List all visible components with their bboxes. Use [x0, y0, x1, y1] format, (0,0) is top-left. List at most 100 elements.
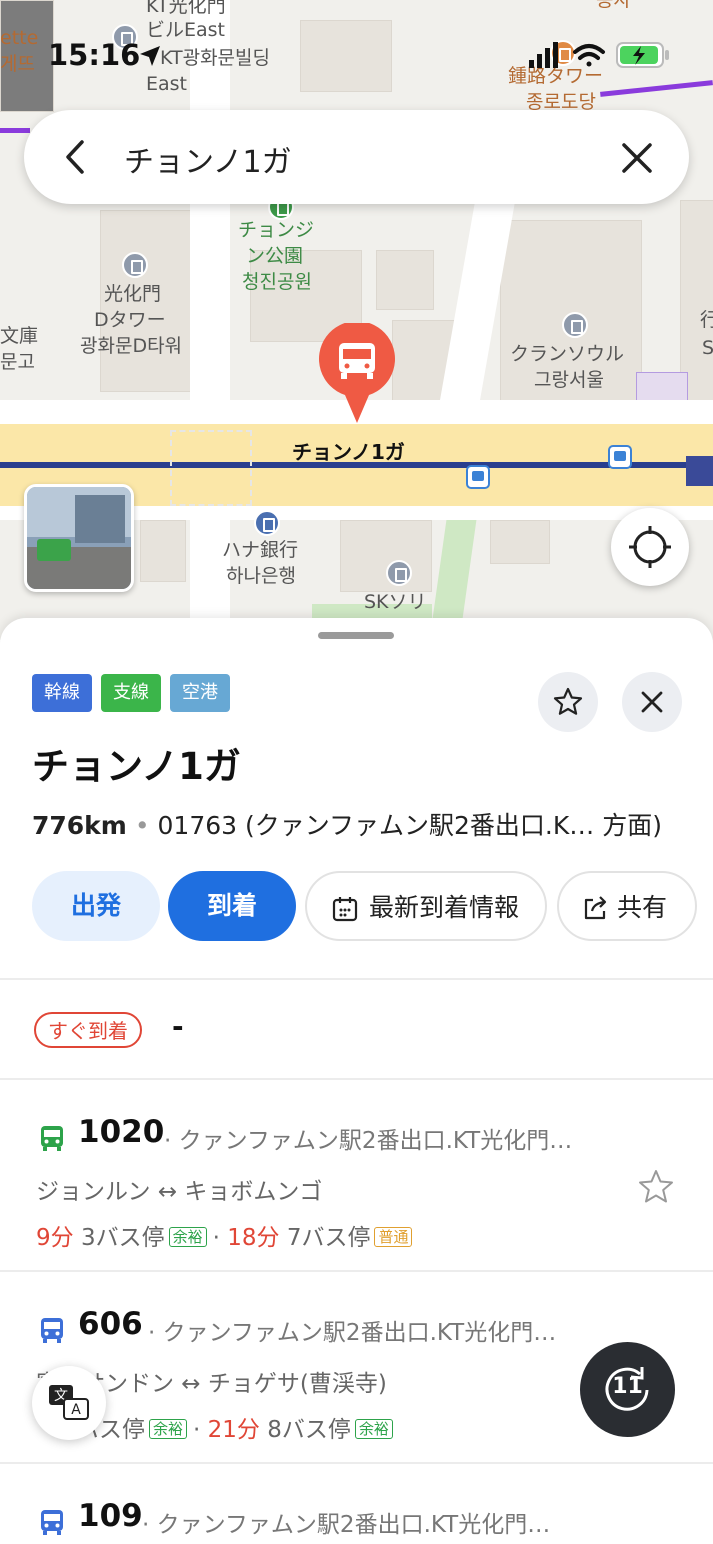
bus-icon [41, 1510, 63, 1535]
second-arrival-stops: 7バス停 [286, 1225, 371, 1251]
crosshair-icon [629, 526, 671, 568]
bus-stop-pin-icon[interactable] [317, 323, 397, 425]
map-label: チョンジ [238, 219, 315, 241]
subway-entrance [686, 456, 713, 486]
translate-icon: 文 A [49, 1385, 89, 1420]
favorite-button[interactable] [538, 672, 598, 732]
pin-label: チョンノ1ガ [292, 440, 405, 464]
route-type-tag-trunk: 幹線 [32, 674, 92, 712]
refresh-button[interactable]: 11 [580, 1342, 675, 1437]
back-arrow-icon[interactable] [54, 134, 100, 180]
subway-line-purple [600, 80, 713, 97]
route-number: 1020 [78, 1114, 165, 1150]
map-block [376, 250, 434, 310]
status-time: 15:16 [48, 38, 141, 72]
route-number: 109 [78, 1498, 143, 1534]
battery-icon [616, 42, 669, 68]
arriving-soon-value: - [172, 1010, 184, 1043]
route-direction: · クァンファムン駅2番出口.KT光化門… [148, 1320, 557, 1346]
divider [0, 978, 713, 980]
bus-stop-icon[interactable] [466, 465, 490, 489]
separator: • [126, 811, 158, 840]
first-crowding-badge: 余裕 [168, 1227, 207, 1247]
map-view[interactable]: KT光化門 ビルEast KT광화문빌딩 East ette 게뜨 鍾路タワー … [0, 0, 713, 640]
calendar-icon [332, 897, 358, 922]
depart-button[interactable]: 出発 [32, 871, 160, 941]
bus-stop-icon[interactable] [608, 445, 632, 469]
map-label: ette [0, 27, 39, 49]
map-label: ビルEast [146, 19, 225, 41]
second-crowding-badge: 余裕 [354, 1419, 393, 1439]
map-label: 문고 [0, 351, 35, 373]
map-block [300, 20, 392, 92]
stop-meta: 776km • 01763 (クァンファムン駅2番出口.K… 方面) [32, 806, 662, 842]
share-label: 共有 [617, 893, 668, 922]
map-label: KT광화문빌딩 [160, 47, 270, 69]
map-label: ン公園 [246, 245, 304, 267]
second-arrival-minutes: 21分 [207, 1417, 260, 1443]
map-label: 청진공원 [242, 271, 312, 293]
bus-icon [41, 1126, 63, 1151]
star-icon[interactable] [637, 1168, 675, 1206]
translate-button[interactable]: 文 A [32, 1366, 106, 1440]
share-button[interactable]: 共有 [557, 871, 697, 941]
close-icon[interactable] [615, 136, 659, 180]
arrival-times: 9分 3バス停 余裕 · 18分 7バス停 普通 [36, 1218, 418, 1252]
map-label: 行 [700, 309, 713, 331]
street-view-thumbnail[interactable] [24, 484, 134, 592]
search-bar[interactable]: チョンノ1ガ [24, 110, 689, 204]
map-label: 文庫 [0, 325, 39, 347]
route-direction: · クァンファムン駅2番出口.KT光化門… [142, 1512, 551, 1538]
bank-icon[interactable] [254, 510, 280, 536]
second-crowding-badge: 普通 [374, 1227, 413, 1247]
stop-id-direction: 01763 (クァンファムン駅2番出口.K… 方面) [157, 811, 662, 840]
bus [37, 539, 71, 561]
latest-arrival-button[interactable]: 最新到着情報 [305, 871, 547, 941]
map-label: 光化門 [104, 283, 162, 305]
share-icon [584, 896, 607, 920]
map-label: 게뜨 [0, 53, 35, 75]
divider [0, 1270, 713, 1272]
close-sheet-button[interactable] [622, 672, 682, 732]
map-label: S [702, 337, 713, 359]
map-label: SKソリ [364, 591, 427, 613]
crosswalk [170, 430, 252, 506]
arrive-button[interactable]: 到着 [168, 871, 296, 941]
arrival-times: バス停 余裕 · 21分 8バス停 余裕 [76, 1410, 399, 1444]
latest-arrival-label: 最新到着情報 [369, 893, 520, 922]
map-label: クランソウル [510, 343, 625, 365]
map-label: ハナ銀行 [222, 539, 299, 561]
sheet-drag-handle[interactable] [318, 632, 394, 639]
second-arrival-minutes: 18分 [227, 1225, 280, 1251]
subway-line-purple [0, 128, 30, 133]
map-label: KT光化門 [146, 0, 226, 17]
first-crowding-badge: 余裕 [149, 1419, 188, 1439]
location-arrow-icon [140, 46, 160, 66]
current-location-button[interactable] [611, 508, 689, 586]
map-block [140, 520, 186, 582]
star-icon [553, 687, 583, 715]
route-direction: · クァンファムン駅2番出口.KT光化門… [164, 1128, 573, 1154]
building [75, 495, 125, 543]
route-row-1020[interactable]: 1020 · クァンファムン駅2番出口.KT光化門… ジョンルン ↔ キョボムン… [0, 1090, 713, 1280]
divider [0, 1462, 713, 1464]
second-arrival-stops: 8バス停 [267, 1417, 351, 1443]
map-label: 그랑서울 [534, 369, 604, 391]
divider [0, 1078, 713, 1080]
stop-name: チョンノ1ガ [32, 745, 241, 788]
map-label: 하나은행 [226, 565, 296, 587]
close-icon [641, 691, 663, 713]
route-endpoints: ジョンルン ↔ キョボムンゴ [36, 1179, 323, 1205]
map-block [340, 520, 432, 592]
building-icon[interactable] [562, 312, 588, 338]
building-icon[interactable] [122, 252, 148, 278]
first-arrival-stops: 3バス停 [80, 1225, 165, 1251]
route-row-109[interactable]: 109 · クァンファムン駅2番出口.KT光化門… [0, 1474, 713, 1544]
search-query[interactable]: チョンノ1ガ [124, 137, 292, 181]
route-number: 606 [78, 1306, 143, 1342]
map-block [490, 520, 550, 564]
building-icon[interactable] [386, 560, 412, 586]
svg-text:A: A [71, 1402, 81, 1418]
arriving-soon-badge: すぐ到着 [34, 1012, 142, 1048]
map-label: East [146, 73, 187, 95]
